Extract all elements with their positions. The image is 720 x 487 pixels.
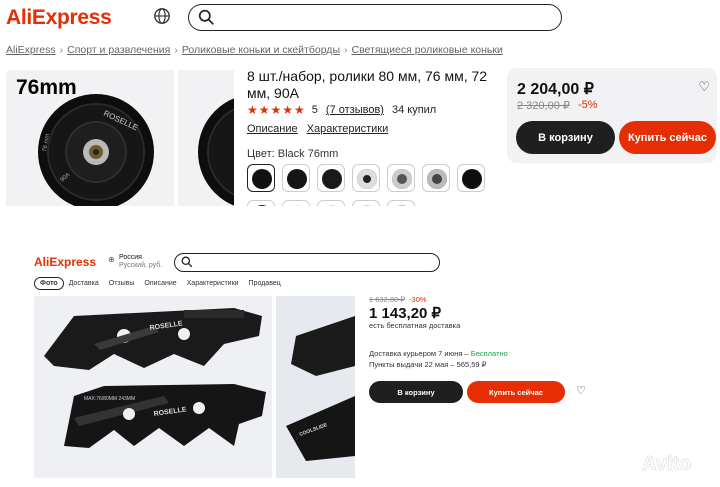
tab-characteristics[interactable]: Характеристики xyxy=(307,123,389,135)
search-input[interactable] xyxy=(188,4,562,31)
current-price: 1 143,20 ₽ xyxy=(369,305,442,322)
courier-delivery-free: Бесплатно xyxy=(470,349,508,358)
tab-characteristics[interactable]: Характеристики xyxy=(182,280,244,287)
frame-image: ROSELLE MAX:76/80MM 243MM ROSELLE xyxy=(44,308,266,448)
svg-text:Avito: Avito xyxy=(642,453,691,475)
wheel-image: ROSELLE 76 mm 90A xyxy=(38,94,154,206)
globe-icon[interactable] xyxy=(153,7,171,25)
courier-delivery: Доставка курьером 7 июня – Бесплатно xyxy=(369,349,508,358)
swatch-row2-2[interactable] xyxy=(282,200,310,206)
free-shipping-note: есть бесплатная доставка xyxy=(369,321,461,330)
product-main-image[interactable]: 76mm ROSELLE 76 mm 90A xyxy=(6,70,174,206)
search-input[interactable] xyxy=(174,253,440,272)
buy-now-button[interactable]: Купить сейчас xyxy=(619,121,716,154)
product-page-mobile: AliExpress ⊕ Россия Русский, руб. Фото Д… xyxy=(0,246,720,487)
add-to-cart-button[interactable]: В корзину xyxy=(369,381,463,403)
tab-description[interactable]: Описание xyxy=(139,280,181,287)
region-selector[interactable]: ⊕ Россия Русский, руб. xyxy=(108,254,162,270)
current-price: 2 204,00 ₽ xyxy=(517,81,594,98)
swatch-white-80[interactable] xyxy=(387,164,415,192)
product-thumbnail-image[interactable] xyxy=(178,70,234,206)
aliexpress-logo[interactable]: AliExpress xyxy=(6,6,112,30)
rating-value: 5 xyxy=(311,104,318,116)
aliexpress-logo-small[interactable]: AliExpress xyxy=(34,255,96,269)
color-swatches xyxy=(247,164,497,206)
tab-photo[interactable]: Фото xyxy=(34,277,64,290)
swatch-row2-1[interactable] xyxy=(247,200,275,206)
swatch-black-90[interactable] xyxy=(457,164,485,192)
tab-description[interactable]: Описание xyxy=(247,123,298,135)
product-page-desktop: AliExpress AliExpress › Спорт и развлечени… xyxy=(0,0,720,206)
search-icon[interactable] xyxy=(181,256,193,268)
swatch-black-80[interactable] xyxy=(282,164,310,192)
breadcrumb-glowing-skates[interactable]: Светящиеся роликовые коньки xyxy=(351,44,502,56)
pickup-delivery: Пункты выдачи 22 мая – 565,59 ₽ xyxy=(369,360,487,369)
breadcrumb-roller-skates[interactable]: Роликовые коньки и скейтборды xyxy=(182,44,340,56)
old-price-row: 1 632,80 ₽ -30% xyxy=(369,295,427,304)
discount-badge: -5% xyxy=(578,99,598,111)
old-price: 2 320,00 ₽ xyxy=(517,100,570,112)
frame-image-partial: COOLSLIDE xyxy=(286,316,355,461)
product-thumbnail-image[interactable]: COOLSLIDE xyxy=(276,296,355,478)
old-price: 1 632,80 ₽ xyxy=(369,295,406,304)
rating-stars: ★★★★★ xyxy=(247,103,306,117)
product-main-image[interactable]: ROSELLE MAX:76/80MM 243MM ROSELLE xyxy=(34,296,272,478)
add-to-cart-button[interactable]: В корзину xyxy=(516,121,615,154)
swatch-black-72[interactable] xyxy=(317,164,345,192)
tab-delivery[interactable]: Доставка xyxy=(64,280,104,287)
section-links: Описание Характеристики xyxy=(247,123,394,135)
swatch-black-76[interactable] xyxy=(247,164,275,192)
heart-icon[interactable]: ♡ xyxy=(698,79,710,95)
breadcrumb-home[interactable]: AliExpress xyxy=(6,44,56,56)
buy-box: 2 204,00 ₽ 2 320,00 ₽ -5% ♡ В корзину Ку… xyxy=(507,68,717,163)
product-tabs: Фото Доставка Отзывы Описание Характерис… xyxy=(34,277,286,290)
wheel-image-partial xyxy=(198,98,234,206)
swatch-grey-72[interactable] xyxy=(422,164,450,192)
buy-now-button[interactable]: Купить сейчас xyxy=(467,381,565,403)
discount-badge: -30% xyxy=(409,295,427,304)
tab-seller[interactable]: Продавец xyxy=(244,280,286,287)
reviews-link[interactable]: (7 отзывов) xyxy=(326,104,384,116)
frame-spec-text: MAX:76/80MM 243MM xyxy=(84,396,135,402)
breadcrumb: AliExpress › Спорт и развлечения › Роликовые… xyxy=(6,44,503,56)
search-icon[interactable] xyxy=(198,9,215,26)
swatch-row2-3[interactable] xyxy=(317,200,345,206)
product-title: 8 шт./набор, ролики 80 мм, 76 мм, 72 мм,… xyxy=(247,68,488,101)
swatch-row2-5[interactable] xyxy=(387,200,415,206)
swatch-row2-4[interactable] xyxy=(352,200,380,206)
globe-icon: ⊕ xyxy=(108,255,115,264)
swatch-white-76[interactable] xyxy=(352,164,380,192)
tab-reviews[interactable]: Отзывы xyxy=(104,280,140,287)
avito-watermark-logo: Avito xyxy=(615,449,692,475)
breadcrumb-sport[interactable]: Спорт и развлечения xyxy=(67,44,170,56)
sold-count: 34 купил xyxy=(391,104,437,116)
heart-icon[interactable]: ♡ xyxy=(576,384,586,397)
rating-row: ★★★★★ 5 (7 отзывов) 34 купил xyxy=(247,103,436,117)
region-country: Россия xyxy=(119,254,142,261)
color-label: Цвет: Black 76mm xyxy=(247,148,339,160)
region-currency: Русский, руб. xyxy=(119,262,163,269)
courier-delivery-date: Доставка курьером 7 июня – xyxy=(369,349,471,358)
